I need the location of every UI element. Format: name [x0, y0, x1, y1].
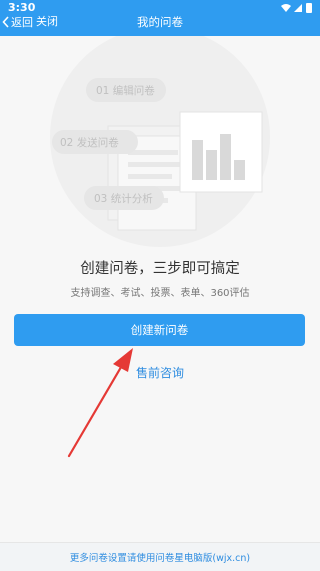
step-pill-2: 02 发送问卷	[52, 130, 138, 154]
create-survey-button[interactable]: 创建新问卷	[14, 314, 305, 346]
presale-consult-link[interactable]: 售前咨询	[0, 364, 320, 381]
feature-subline: 支持调查、考试、投票、表单、360评估	[70, 288, 250, 299]
step-pill-3: 03 统计分析	[84, 186, 164, 210]
steps-illustration: 01 编辑问卷 02 发送问卷 03 统计分析	[50, 36, 270, 247]
app-header: 3:30 返回 关闭 我的问卷	[0, 0, 320, 36]
step-label-2: 02 发送问卷	[60, 136, 119, 149]
desktop-version-link[interactable]: 更多问卷设置请使用问卷星电脑版(wjx.cn)	[0, 550, 320, 564]
step-pill-1: 01 编辑问卷	[86, 78, 166, 102]
footer-bar: 更多问卷设置请使用问卷星电脑版(wjx.cn)	[0, 542, 320, 571]
page-title: 我的问卷	[137, 15, 183, 29]
step-label-1: 01 编辑问卷	[96, 84, 155, 97]
headline: 创建问卷，三步即可搞定	[80, 261, 240, 277]
step-label-3: 03 统计分析	[94, 192, 153, 205]
